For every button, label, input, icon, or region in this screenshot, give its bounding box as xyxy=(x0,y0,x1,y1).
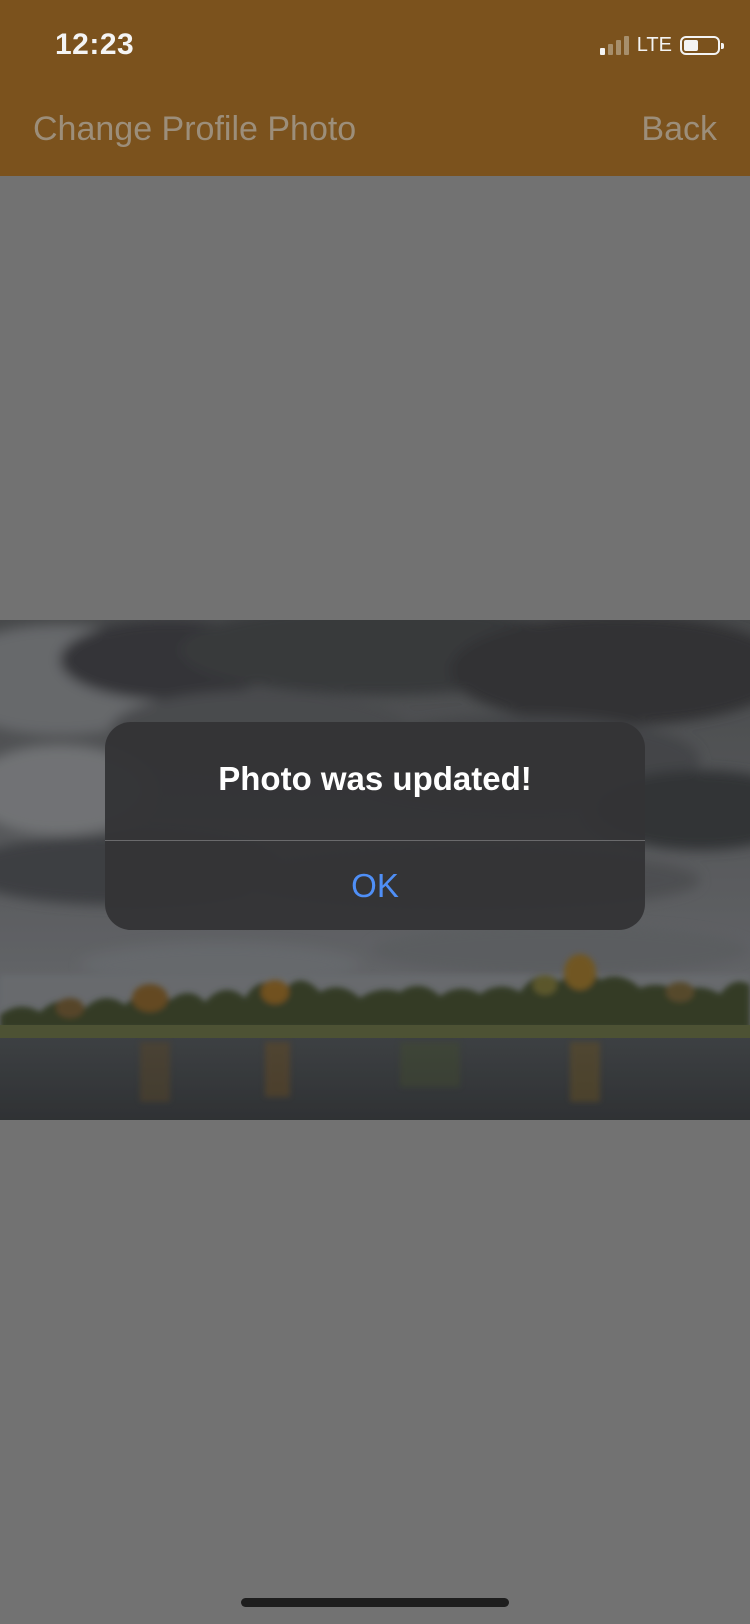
header: 12:23 LTE Change Profile Photo Back xyxy=(0,0,750,176)
ok-button[interactable]: OK xyxy=(105,841,645,930)
home-indicator[interactable] xyxy=(241,1598,509,1607)
status-indicators: LTE xyxy=(599,33,724,56)
battery-icon xyxy=(680,35,724,55)
alert-dialog: Photo was updated! OK xyxy=(105,722,645,930)
screen: 12:23 LTE Change Profile Photo Back Phot… xyxy=(0,0,750,1624)
network-type-label: LTE xyxy=(636,33,672,56)
signal-strength-icon xyxy=(599,35,629,55)
battery-level xyxy=(684,39,699,51)
alert-title: Photo was updated! xyxy=(218,760,532,797)
status-time: 12:23 xyxy=(55,28,135,61)
back-button[interactable]: Back xyxy=(641,110,717,149)
page-title: Change Profile Photo xyxy=(33,110,357,148)
